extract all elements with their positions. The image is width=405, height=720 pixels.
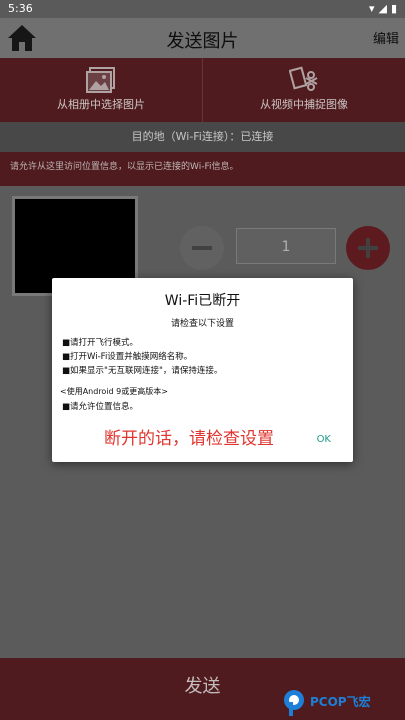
wifi-disconnected-dialog: Wi-Fi已断开 请检查以下设置 ■请打开飞行模式。 ■打开Wi-Fi设置并触摸… [52,278,353,462]
status-icons: ▾ ◢ ▮ [369,2,397,15]
instruction-item: ■请打开飞行模式。 [62,338,139,348]
signal-icon: ◢ [378,2,387,15]
instruction-item: ■如果显示"无互联网连接"，请保持连接。 [62,366,223,376]
android-version-note: <使用Android 9或更高版本> [60,387,168,396]
dialog-instructions: ■请打开飞行模式。 ■打开Wi-Fi设置并触摸网络名称。 ■如果显示"无互联网连… [62,336,222,378]
watermark: PCOP飞宏 [280,686,405,720]
dialog-title: Wi-Fi已断开 [164,293,241,309]
instruction-item: ■打开Wi-Fi设置并触摸网络名称。 [62,352,193,362]
status-bar: 5:36 ▾ ◢ ▮ [0,0,405,18]
battery-icon: ▮ [390,2,397,15]
pcop-logo-icon: PCOP飞宏 [284,690,371,716]
dialog-subtitle: 请检查以下设置 [170,319,234,329]
wifi-icon: ▾ [368,2,375,15]
status-time: 5:36 [8,2,33,15]
ok-button[interactable]: OK [317,434,331,445]
red-annotation: 断开的话，请检查设置 [104,429,274,449]
watermark-text: PCOP飞宏 [310,694,371,709]
location-permission-item: ■请允许位置信息。 [62,402,139,412]
